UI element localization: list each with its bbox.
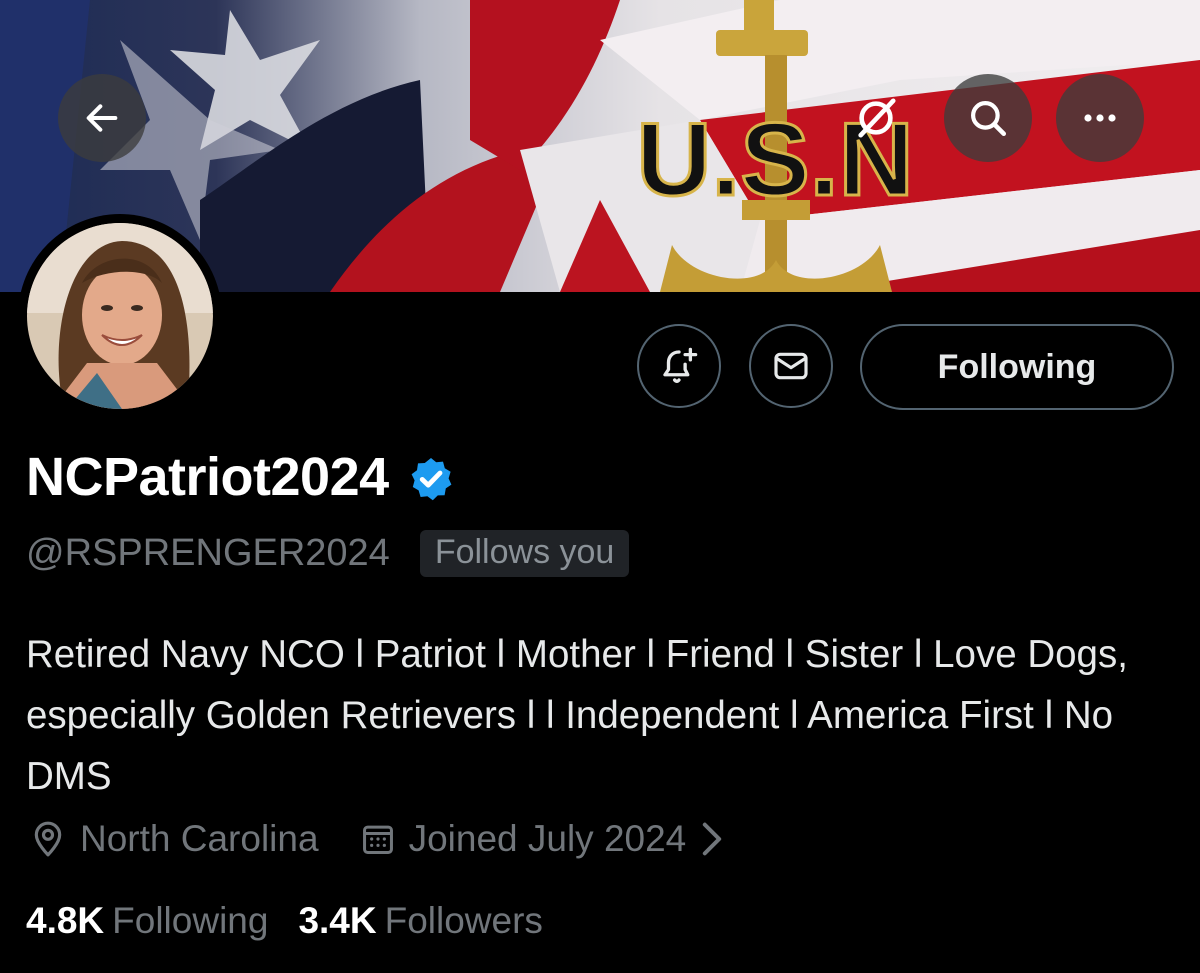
- chevron-right-icon: [703, 822, 722, 856]
- location-pin-icon: [34, 821, 62, 857]
- message-button[interactable]: [749, 324, 833, 408]
- verified-badge-icon[interactable]: [407, 455, 455, 503]
- joined-date-item[interactable]: Joined July 2024: [359, 818, 737, 860]
- avatar-photo: [27, 223, 213, 409]
- followers-stat[interactable]: 3.4K Followers: [298, 900, 542, 942]
- notifications-button[interactable]: [637, 324, 721, 408]
- name-row: NCPatriot2024: [26, 446, 455, 508]
- joined-text: Joined July 2024: [408, 818, 687, 859]
- user-handle: @RSPRENGER2024: [26, 532, 390, 574]
- more-button[interactable]: [1056, 74, 1144, 162]
- handle-row: @RSPRENGER2024 Follows you: [26, 530, 630, 577]
- location-text: North Carolina: [80, 818, 319, 859]
- following-count: 4.8K: [26, 900, 105, 941]
- following-button[interactable]: Following: [860, 324, 1174, 410]
- profile-bio: Retired Navy NCO l Patriot l Mother l Fr…: [26, 633, 1128, 798]
- search-button[interactable]: [944, 74, 1032, 162]
- more-horizontal-icon: [1084, 114, 1116, 122]
- bell-plus-icon: [663, 347, 698, 383]
- location-item: North Carolina: [28, 818, 319, 860]
- followers-label: Followers: [384, 900, 543, 941]
- search-icon: [971, 101, 1007, 137]
- display-name: NCPatriot2024: [26, 447, 389, 507]
- envelope-icon: [774, 352, 808, 380]
- grok-button[interactable]: [832, 74, 920, 162]
- follow-stats: 4.8K Following 3.4K Followers: [26, 900, 543, 942]
- followers-count: 3.4K: [298, 900, 377, 941]
- avatar[interactable]: [18, 214, 222, 418]
- calendar-icon: [362, 825, 393, 854]
- following-label: Following: [112, 900, 269, 941]
- arrow-left-icon: [86, 104, 118, 132]
- follows-you-badge: Follows you: [419, 530, 630, 577]
- grok-icon: [858, 98, 896, 138]
- following-stat[interactable]: 4.8K Following: [26, 900, 268, 942]
- profile-meta: North Carolina Joined July 2024: [28, 818, 736, 860]
- back-button[interactable]: [58, 74, 146, 162]
